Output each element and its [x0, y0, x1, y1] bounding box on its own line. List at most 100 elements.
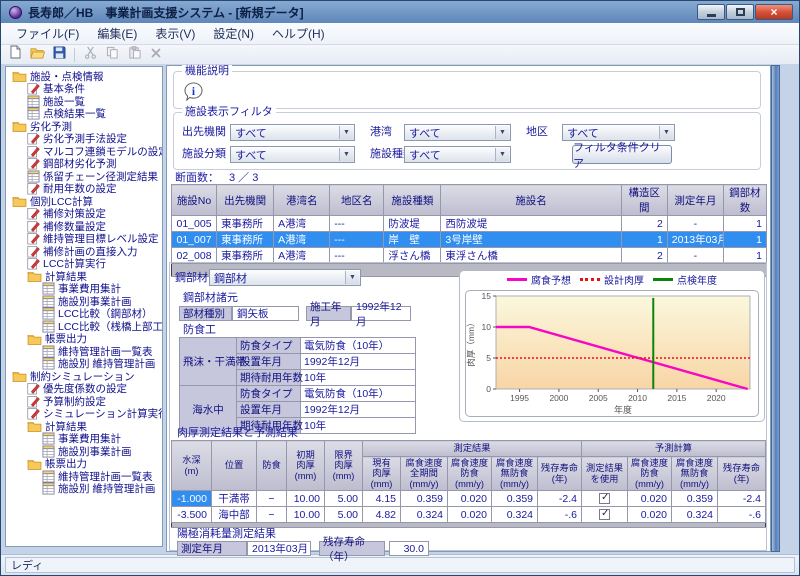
- workspace: 施設・点検情報基本条件施設一覧点検結果一覧劣化予測劣化予測手法設定マルコフ連鎖モ…: [1, 65, 799, 554]
- filter-port-select[interactable]: すべて▼: [404, 124, 511, 141]
- property-label: 期待耐用年数: [237, 370, 301, 386]
- facility-column-header: 港湾名: [274, 185, 330, 216]
- facility-filter-title: 施設表示フィルタ: [182, 106, 276, 118]
- close-button[interactable]: ×: [755, 4, 793, 20]
- anode-title: 陽極消耗量測定結果: [177, 528, 276, 541]
- edit-icon: [27, 207, 40, 220]
- maximize-button[interactable]: [726, 4, 754, 20]
- svg-text:2010: 2010: [628, 393, 647, 403]
- maximize-icon: [736, 8, 745, 16]
- property-value: 10年: [301, 370, 416, 386]
- function-description-title: 機能説明: [182, 65, 232, 77]
- col-rate-all: 腐食速度 全期間 (mm/y): [401, 457, 448, 491]
- property-label: 防食タイプ: [237, 386, 301, 402]
- svg-text:5: 5: [486, 353, 491, 363]
- menu-file[interactable]: ファイル(F): [7, 23, 88, 44]
- folder-icon: [12, 370, 27, 382]
- filter-class-select[interactable]: すべて▼: [230, 146, 355, 163]
- copy-icon: [106, 46, 119, 64]
- measurement-table: 水深 (m) 位置 防食 初期 肉厚 (mm) 限界 肉厚 (mm) 測定結果 …: [171, 440, 766, 528]
- col-p-rate-prot: 腐食速度 防食 (mm/y): [628, 457, 672, 491]
- menu-settings[interactable]: 設定(N): [204, 23, 263, 44]
- edit-icon: [27, 232, 40, 245]
- delete-button[interactable]: [146, 46, 166, 63]
- col-limit: 限界 肉厚 (mm): [325, 441, 363, 491]
- degradation-chart: 腐食予想設計肉厚点検年度 051015199520002005201020152…: [459, 270, 765, 422]
- window-title: 長寿郎／HB 事業計画支援システム - [新規データ]: [28, 4, 697, 21]
- app-icon: [9, 6, 22, 19]
- col-protection: 防食: [257, 441, 287, 491]
- property-label: 設置年月: [237, 354, 301, 370]
- save-button[interactable]: [49, 46, 69, 63]
- list-icon: [27, 95, 40, 108]
- filter-office-label: 出先機関: [182, 126, 226, 139]
- property-label: 防食タイプ: [237, 338, 301, 354]
- use-measured-checkbox[interactable]: [599, 509, 610, 520]
- filter-port-label: 港湾: [370, 126, 392, 139]
- steel-member-select[interactable]: 鋼部材▼: [209, 269, 361, 286]
- list-icon: [42, 482, 55, 495]
- measurement-row[interactable]: -1.000干満帯−10.005.004.150.3590.0200.359-2…: [172, 491, 766, 507]
- cut-button[interactable]: [80, 46, 100, 63]
- main-panel: 機能説明 i 施設表示フィルタ 出先機関 すべて▼ 港湾 すべて▼ 地区 すべて…: [166, 65, 771, 552]
- menu-view[interactable]: 表示(V): [146, 23, 204, 44]
- legend-label: 点検年度: [677, 272, 717, 287]
- col-remaining: 残存寿命 (年): [538, 457, 582, 491]
- delete-icon: [150, 46, 162, 64]
- group-measured: 測定結果: [363, 441, 582, 457]
- facility-column-header: 構造区間: [621, 185, 667, 216]
- edit-icon: [27, 145, 40, 158]
- property-label: 設置年月: [237, 402, 301, 418]
- menu-help[interactable]: ヘルプ(H): [263, 23, 334, 44]
- member-type-label: 部材種別: [179, 306, 232, 321]
- chevron-down-icon: ▼: [339, 126, 353, 139]
- tree-item[interactable]: 施設別 維持管理計画: [6, 483, 162, 495]
- function-description-box: 機能説明 i: [173, 71, 761, 109]
- copy-button[interactable]: [102, 46, 122, 63]
- paste-icon: [128, 46, 141, 64]
- property-value: 1992年12月: [301, 354, 416, 370]
- facility-filter-box: 施設表示フィルタ 出先機関 すべて▼ 港湾 すべて▼ 地区 すべて▼ 施設分類 …: [173, 112, 761, 170]
- facility-row[interactable]: 01_007東事務所A港湾---岸 壁3号岸壁12013年03月1: [172, 232, 767, 248]
- property-value: 電気防食（10年）: [301, 386, 416, 402]
- filter-clear-button[interactable]: フィルタ条件クリア: [572, 145, 672, 164]
- measurement-title: 肉厚測定結果と予測結果: [177, 427, 298, 440]
- open-folder-icon: [30, 46, 45, 64]
- svg-text:0: 0: [486, 384, 491, 394]
- svg-text:肉厚（mm）: 肉厚（mm）: [466, 318, 476, 366]
- filter-type-select[interactable]: すべて▼: [404, 146, 511, 163]
- toolbar: [1, 45, 799, 65]
- depth-cell[interactable]: -1.000: [172, 491, 212, 507]
- list-icon: [42, 470, 55, 483]
- col-use-measured: 測定結果 を使用: [582, 457, 628, 491]
- new-document-button[interactable]: [5, 46, 25, 63]
- legend-label: 設計肉厚: [604, 272, 644, 287]
- edit-icon: [27, 220, 40, 233]
- member-type-value: 鋼矢板: [232, 306, 299, 321]
- anode-life-value: 30.0: [389, 541, 429, 556]
- minimize-button[interactable]: [697, 4, 725, 20]
- facility-row[interactable]: 01_005東事務所A港湾---防波堤西防波堤2-1: [172, 216, 767, 232]
- save-icon: [53, 46, 66, 64]
- filter-office-select[interactable]: すべて▼: [230, 124, 355, 141]
- app-window: 長寿郎／HB 事業計画支援システム - [新規データ] × ファイル(F) 編集…: [0, 0, 800, 576]
- construction-date-value: 1992年12月: [351, 306, 411, 321]
- folder-icon: [12, 195, 27, 207]
- menu-edit[interactable]: 編集(E): [88, 23, 146, 44]
- property-value: 電気防食（10年）: [301, 338, 416, 354]
- facility-column-header: 出先機関: [217, 185, 274, 216]
- svg-text:2005: 2005: [589, 393, 608, 403]
- col-rate-prot: 腐食速度 防食 (mm/y): [448, 457, 492, 491]
- col-p-rate-unprot: 腐食速度 無防食 (mm/y): [672, 457, 718, 491]
- edit-icon: [27, 382, 40, 395]
- list-icon: [42, 345, 55, 358]
- list-icon: [27, 170, 40, 183]
- paste-button[interactable]: [124, 46, 144, 63]
- legend-entry: 腐食予想: [507, 272, 571, 287]
- measurement-row[interactable]: -3.500海中部−10.005.004.820.3240.0200.324-.…: [172, 507, 766, 523]
- open-folder-button[interactable]: [27, 46, 47, 63]
- col-position: 位置: [212, 441, 257, 491]
- use-measured-checkbox[interactable]: [599, 493, 610, 504]
- edit-icon: [27, 245, 40, 258]
- depth-cell[interactable]: -3.500: [172, 507, 212, 523]
